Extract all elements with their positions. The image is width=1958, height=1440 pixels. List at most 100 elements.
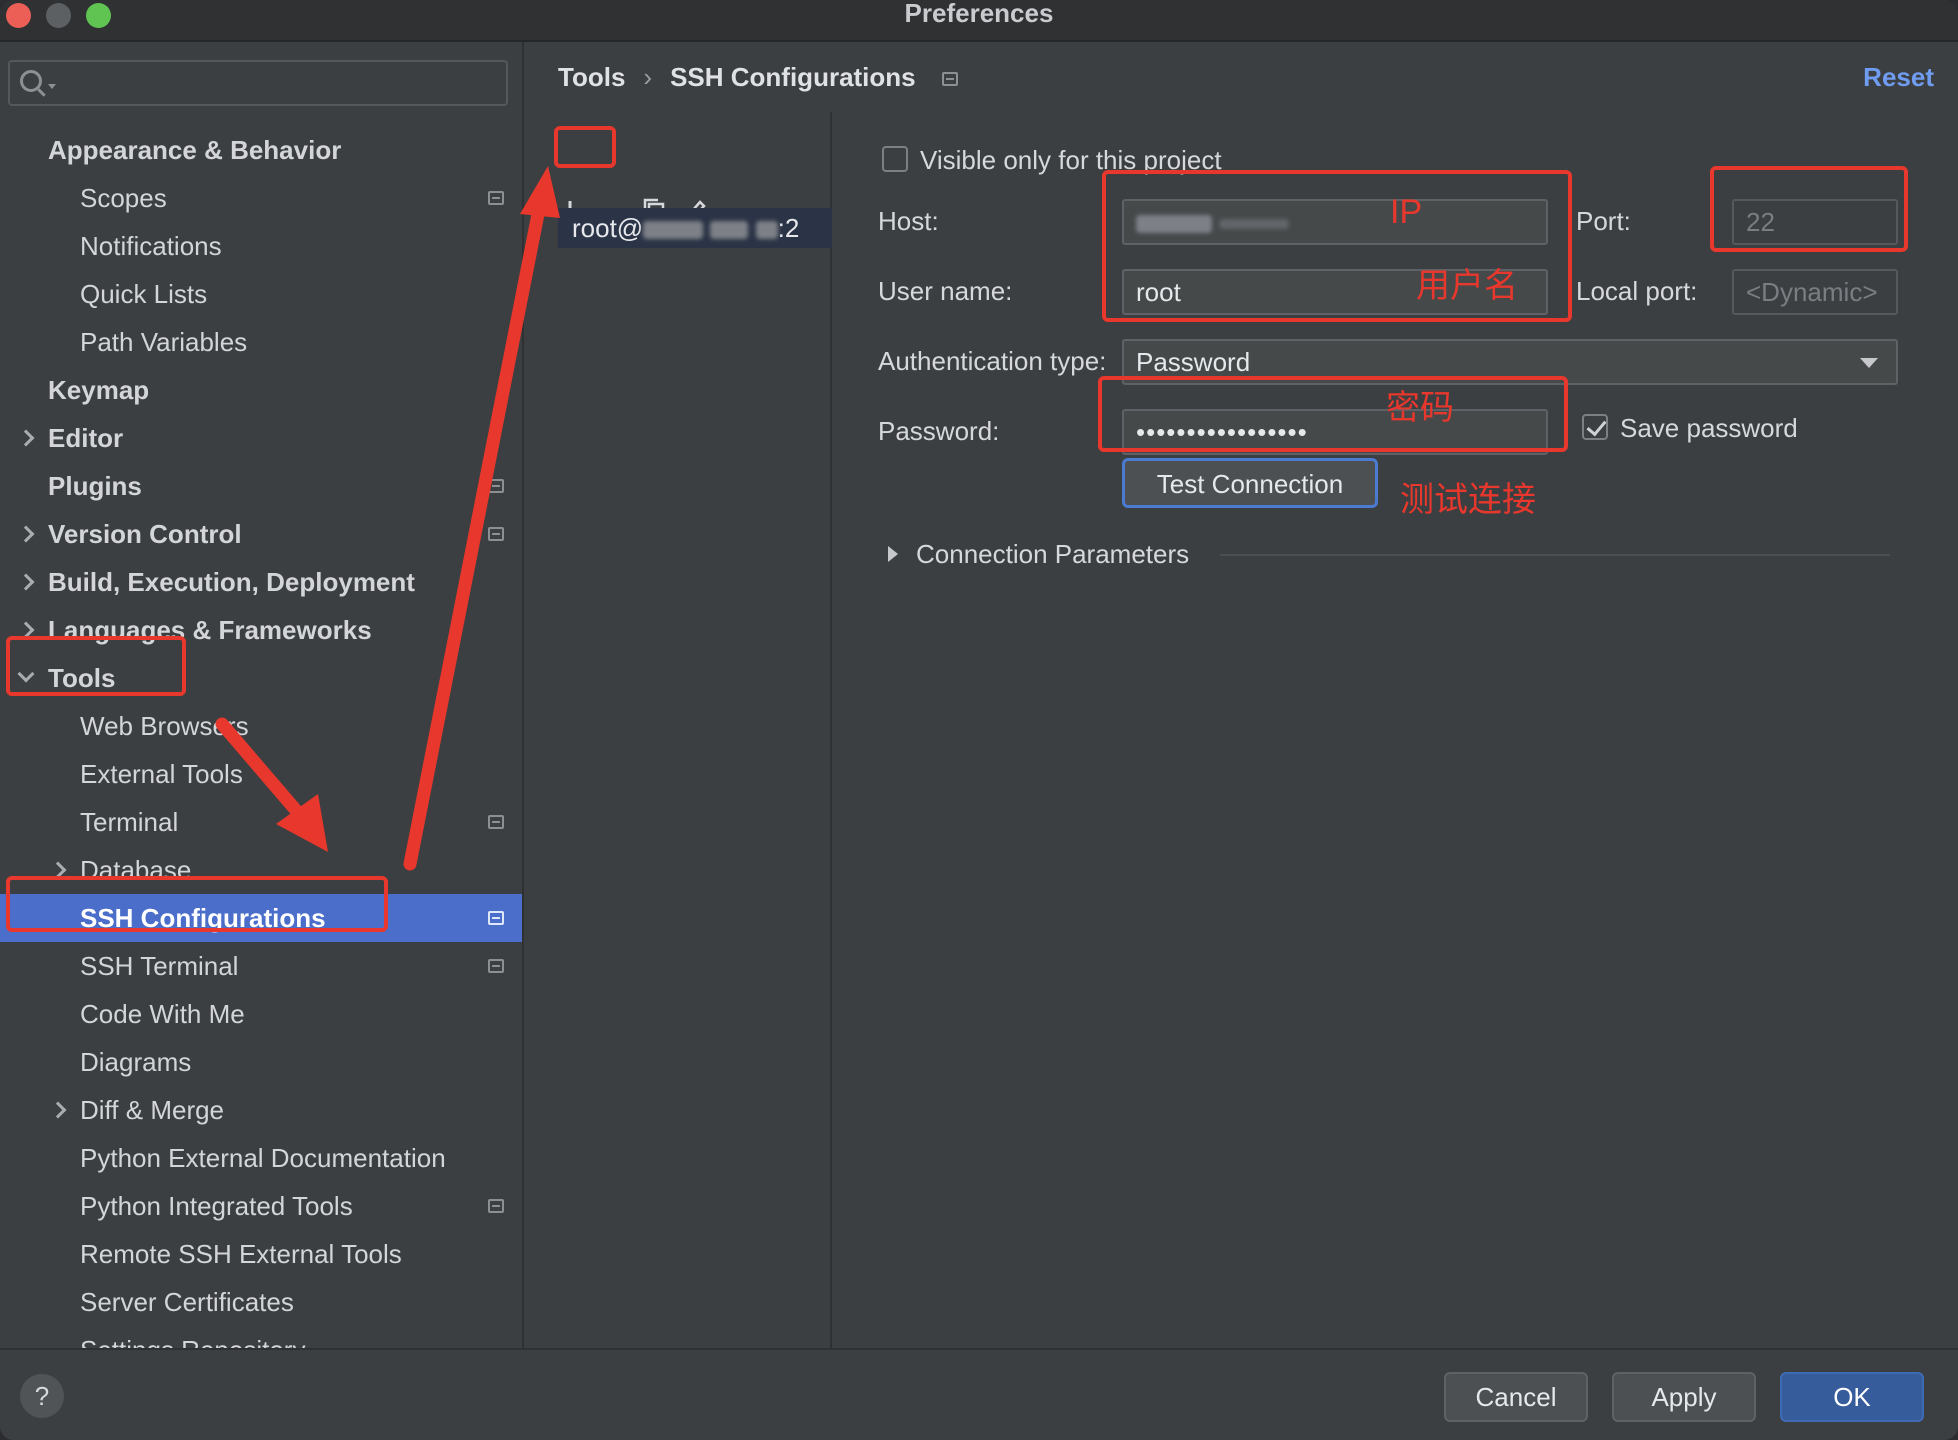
sidebar-item-label: Server Certificates	[80, 1287, 294, 1317]
expand-triangle-icon[interactable]	[888, 546, 898, 562]
sidebar-item-path-variables[interactable]: Path Variables	[0, 318, 522, 366]
sidebar-item-terminal[interactable]: Terminal	[0, 798, 522, 846]
sidebar-item-web-browsers[interactable]: Web Browsers	[0, 702, 522, 750]
annotation-box-add	[554, 126, 616, 168]
sidebar-item-python-integrated-tools[interactable]: Python Integrated Tools	[0, 1182, 522, 1230]
sidebar-item-appearance-behavior[interactable]: Appearance & Behavior	[0, 126, 522, 174]
sidebar-item-label: Path Variables	[80, 327, 248, 357]
sidebar-item-label: Version Control	[48, 519, 242, 549]
breadcrumb-parent[interactable]: Tools	[558, 62, 625, 92]
redacted-host	[643, 221, 704, 240]
sidebar-item-code-with-me[interactable]: Code With Me	[0, 990, 522, 1038]
annotation-label-password: 密码	[1386, 389, 1454, 427]
sidebar-item-scopes[interactable]: Scopes	[0, 174, 522, 222]
sidebar-item-quick-lists[interactable]: Quick Lists	[0, 270, 522, 318]
annotation-label-test: 测试连接	[1400, 481, 1536, 519]
apply-button[interactable]: Apply	[1612, 1372, 1756, 1422]
chevron-down-icon	[1860, 358, 1878, 368]
ssh-config-user: root@	[572, 213, 644, 243]
window-title: Preferences	[904, 0, 1054, 28]
sidebar-item-diagrams[interactable]: Diagrams	[0, 1038, 522, 1086]
project-level-icon	[488, 815, 504, 829]
sidebar-item-label: Diagrams	[80, 1047, 192, 1077]
sidebar-item-label: Editor	[48, 423, 124, 453]
project-level-icon	[941, 72, 958, 87]
annotation-box-ssh-configurations	[6, 876, 388, 932]
sidebar-item-keymap[interactable]: Keymap	[0, 366, 522, 414]
project-level-icon	[488, 959, 504, 973]
sidebar-item-label: Scopes	[80, 183, 167, 213]
section-divider	[1220, 554, 1890, 556]
annotation-label-username: 用户名	[1416, 267, 1518, 305]
ssh-config-list-pane: root@ :2	[524, 112, 832, 1358]
breadcrumb-current: SSH Configurations	[670, 62, 916, 92]
auth-type-label: Authentication type:	[878, 346, 1107, 376]
project-level-icon	[488, 479, 504, 493]
settings-tree: Appearance & Behavior Scopes Notifications…	[0, 126, 522, 1374]
local-port-label: Local port:	[1576, 276, 1698, 306]
help-button[interactable]: ?	[20, 1374, 64, 1418]
cancel-button[interactable]: Cancel	[1444, 1372, 1588, 1422]
auth-type-value: Password	[1136, 347, 1251, 377]
annotation-box-port	[1710, 166, 1908, 252]
sidebar-item-diff-merge[interactable]: Diff & Merge	[0, 1086, 522, 1134]
sidebar-item-label: Terminal	[80, 807, 179, 837]
dialog-footer: ? Cancel Apply OK	[0, 1348, 1958, 1440]
ssh-config-list-item[interactable]: root@ :2	[558, 208, 832, 248]
chevron-right-icon[interactable]	[17, 525, 35, 543]
local-port-field[interactable]: <Dynamic>	[1732, 269, 1898, 315]
sidebar-item-label: Notifications	[80, 231, 222, 261]
sidebar-item-label: External Tools	[80, 759, 243, 789]
sidebar-item-server-certificates[interactable]: Server Certificates	[0, 1278, 522, 1326]
sidebar-item-version-control[interactable]: Version Control	[0, 510, 522, 558]
sidebar-item-label: Build, Execution, Deployment	[48, 567, 415, 597]
project-level-icon	[488, 191, 504, 205]
sidebar-item-label: Python Integrated Tools	[80, 1191, 353, 1221]
annotation-box-password	[1098, 376, 1568, 452]
sidebar-item-label: Remote SSH External Tools	[80, 1239, 402, 1269]
project-level-icon	[488, 527, 504, 541]
save-password-checkbox[interactable]	[1582, 414, 1608, 440]
annotation-box-tools	[6, 636, 186, 696]
sidebar-item-label: Quick Lists	[80, 279, 208, 309]
project-level-icon	[488, 1199, 504, 1213]
sidebar-item-label: Plugins	[48, 471, 142, 501]
sidebar-item-editor[interactable]: Editor	[0, 414, 522, 462]
port-label: Port:	[1576, 206, 1631, 236]
ssh-config-port-suffix: :2	[777, 213, 800, 243]
sidebar-item-label: Code With Me	[80, 999, 245, 1029]
host-label: Host:	[878, 206, 939, 236]
visible-only-checkbox[interactable]	[882, 146, 908, 172]
sidebar-item-label: Python External Documentation	[80, 1143, 446, 1173]
sidebar-item-plugins[interactable]: Plugins	[0, 462, 522, 510]
sidebar-item-notifications[interactable]: Notifications	[0, 222, 522, 270]
breadcrumb: Tools › SSH Configurations	[558, 56, 958, 98]
breadcrumb-separator: ›	[643, 62, 653, 92]
sidebar-item-build-execution-deployment[interactable]: Build, Execution, Deployment	[0, 558, 522, 606]
sidebar-item-external-tools[interactable]: External Tools	[0, 750, 522, 798]
save-password-label: Save password	[1620, 413, 1798, 443]
chevron-right-icon[interactable]	[17, 573, 35, 591]
annotation-label-ip: IP	[1390, 193, 1423, 231]
search-options-chevron-icon[interactable]	[48, 84, 56, 89]
reset-link[interactable]: Reset	[1863, 56, 1934, 98]
sidebar-item-label: Appearance & Behavior	[48, 135, 342, 165]
password-label: Password:	[878, 416, 1000, 446]
sidebar-item-python-external-documentation[interactable]: Python External Documentation	[0, 1134, 522, 1182]
sidebar-item-label: Diff & Merge	[80, 1095, 225, 1125]
test-connection-button[interactable]: Test Connection	[1122, 458, 1378, 508]
ok-button[interactable]: OK	[1780, 1372, 1924, 1422]
project-level-icon	[488, 911, 504, 925]
chevron-right-icon[interactable]	[17, 429, 35, 447]
title-bar: Preferences	[0, 0, 1958, 42]
chevron-right-icon[interactable]	[49, 1101, 67, 1119]
search-icon	[20, 70, 42, 92]
sidebar-item-label: Keymap	[48, 375, 150, 405]
sidebar-item-label: Web Browsers	[80, 711, 249, 741]
sidebar-item-label: SSH Terminal	[80, 951, 239, 981]
sidebar-item-ssh-terminal[interactable]: SSH Terminal	[0, 942, 522, 990]
settings-search-input[interactable]	[8, 60, 508, 106]
connection-parameters-toggle[interactable]: Connection Parameters	[916, 539, 1189, 569]
username-label: User name:	[878, 276, 1013, 306]
sidebar-item-remote-ssh-external-tools[interactable]: Remote SSH External Tools	[0, 1230, 522, 1278]
